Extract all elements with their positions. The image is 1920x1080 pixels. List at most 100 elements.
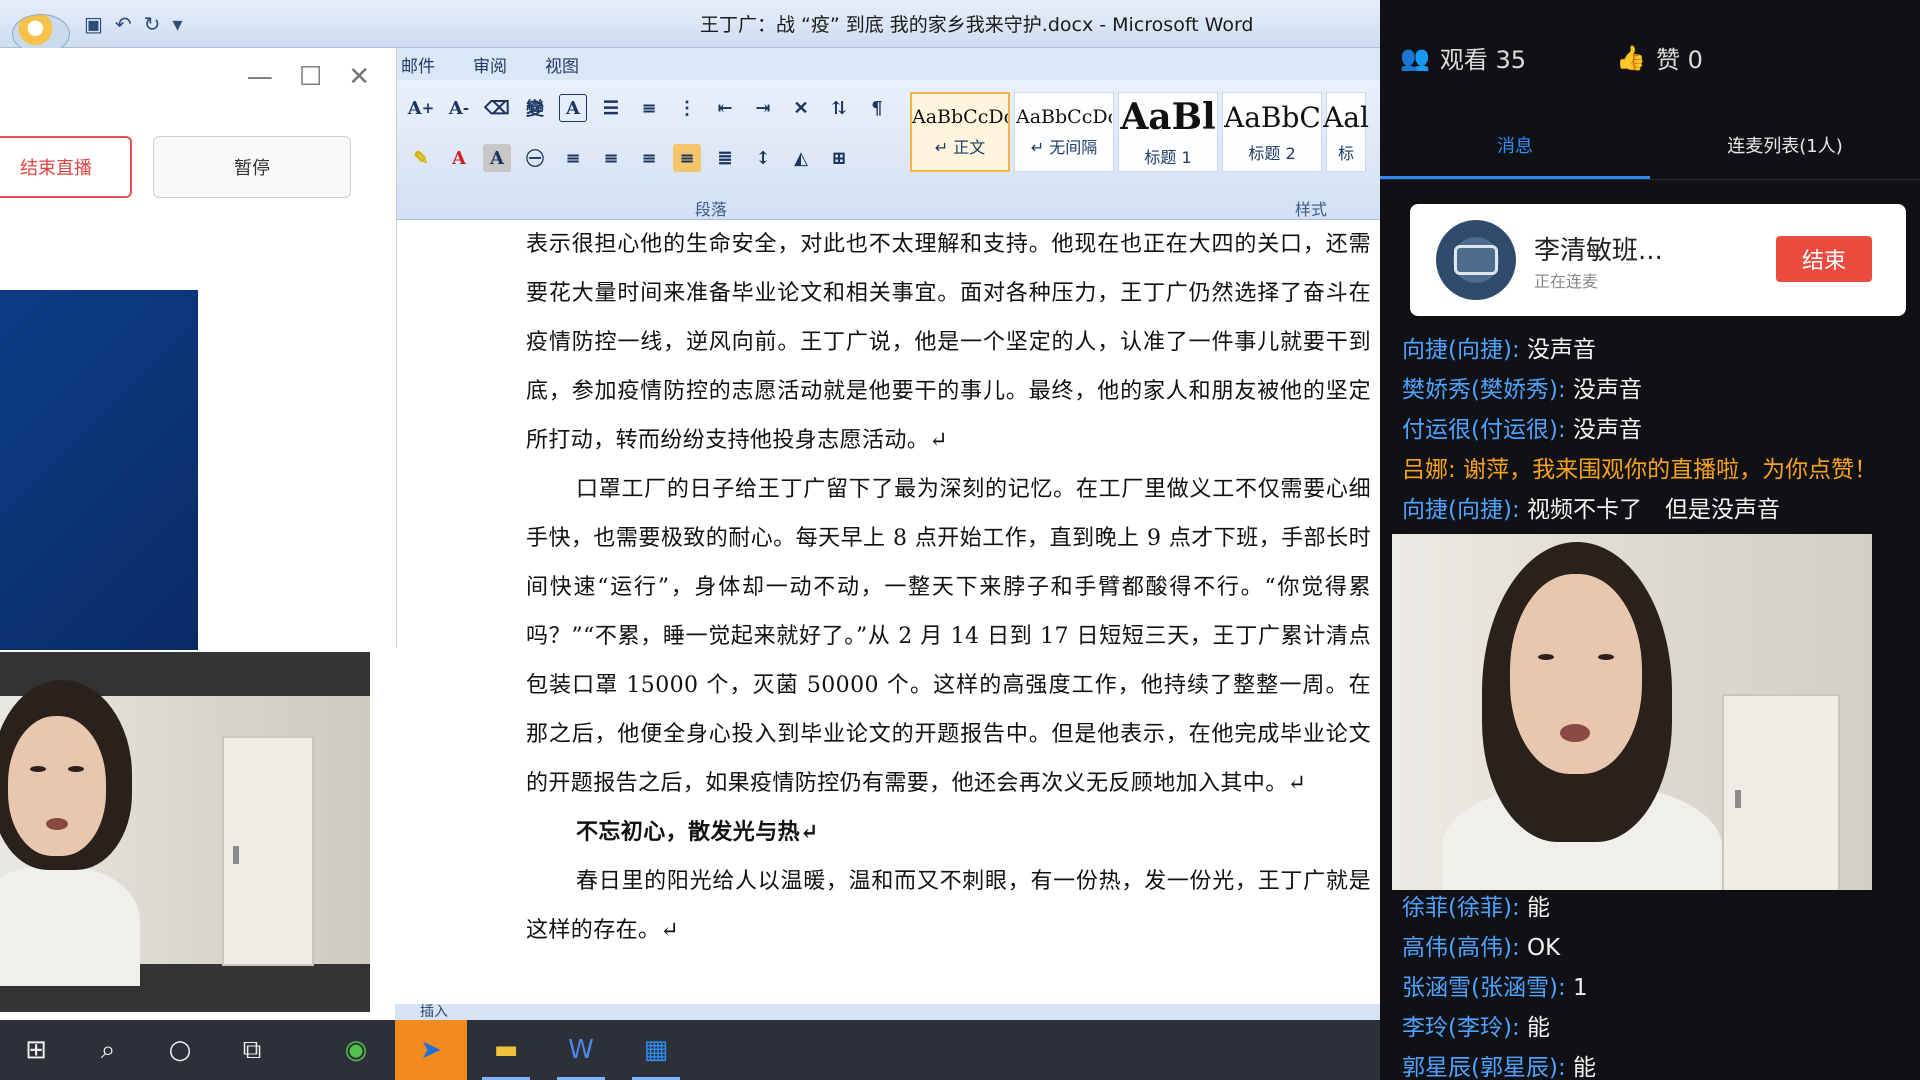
align-center-icon[interactable]: ≡ xyxy=(597,144,625,172)
panel-tabs: 消息 连麦列表(1人) xyxy=(1380,110,1920,180)
document-body: 表示很担心他的生命安全，对此也不太理解和支持。他现在也正在大四的关口，还需要花大… xyxy=(526,220,1371,955)
chat-text: 1 xyxy=(1573,975,1588,1001)
sort-icon[interactable]: ⇅ xyxy=(825,94,853,122)
chinese-layout-icon[interactable]: ✕ xyxy=(787,94,815,122)
word-icon[interactable]: W xyxy=(545,1020,617,1080)
like-count-label: 赞 0 xyxy=(1655,46,1703,74)
document-page[interactable]: 表示很担心他的生命安全，对此也不太理解和支持。他现在也正在大四的关口，还需要花大… xyxy=(395,220,1380,1010)
live-stats: 👥 观看 35 👍 赞 0 xyxy=(1400,40,1703,75)
chat-text: 能 xyxy=(1527,1015,1551,1041)
close-icon[interactable]: ✕ xyxy=(348,62,370,92)
bullets-icon[interactable]: ☰ xyxy=(597,94,625,122)
maximize-icon[interactable]: ☐ xyxy=(299,62,322,92)
start-icon[interactable]: ⊞ xyxy=(0,1020,72,1080)
customize-qat-icon[interactable]: ▾ xyxy=(172,12,182,36)
connected-user-video xyxy=(1392,534,1872,890)
redo-icon[interactable]: ↻ xyxy=(144,12,161,36)
live-control-window: — ☐ ✕ 结束直播 暂停 xyxy=(0,48,397,650)
chat-text: 能 xyxy=(1573,1055,1597,1080)
chat-author: 向捷(向捷): xyxy=(1402,337,1520,363)
grow-font-icon[interactable]: A + xyxy=(407,94,435,122)
browser-icon[interactable]: ◉ xyxy=(320,1020,392,1080)
taskbar: ⊞ ⌕ ○ ⧉ ◉ ➤ ▬ W ▦ xyxy=(0,1020,1380,1080)
style-heading-1[interactable]: AaBl 标题 1 xyxy=(1118,92,1218,172)
cortana-icon[interactable]: ○ xyxy=(144,1020,216,1080)
font-tools-row-2: ✎ A A ㊀ ≡ ≡ ≡ ≡ ≣ ↕ ◭ ⊞ xyxy=(407,144,853,172)
char-shading-icon[interactable]: A xyxy=(483,144,511,172)
align-right-icon[interactable]: ≡ xyxy=(635,144,663,172)
chat-text: 视频不卡了 但是没声音 xyxy=(1527,497,1781,523)
clear-format-icon[interactable]: ⌫ xyxy=(483,94,511,122)
multilevel-list-icon[interactable]: ⋮ xyxy=(673,94,701,122)
style-label: 标 xyxy=(1337,143,1354,163)
tab-messages[interactable]: 消息 xyxy=(1380,110,1650,180)
show-marks-icon[interactable]: ¶ xyxy=(863,94,891,122)
line-spacing-icon[interactable]: ↕ xyxy=(749,144,777,172)
phonetic-icon[interactable]: 變 xyxy=(521,94,549,122)
tab-review[interactable]: 审阅 xyxy=(473,52,507,77)
style-label: 标题 1 xyxy=(1144,148,1192,167)
style-no-spacing[interactable]: AaBbCcDc ↵ 无间隔 xyxy=(1014,92,1114,172)
task-view-icon[interactable]: ⧉ xyxy=(216,1020,288,1080)
undo-icon[interactable]: ↶ xyxy=(115,12,132,36)
chat-message: 付运很(付运很): 没声音 xyxy=(1402,410,1642,444)
style-sample: AaBl xyxy=(1120,96,1216,138)
quick-access-toolbar: ▣ ↶ ↻ ▾ xyxy=(84,12,182,36)
tab-connect-list[interactable]: 连麦列表(1人) xyxy=(1650,110,1920,180)
increase-indent-icon[interactable]: ⇥ xyxy=(749,94,777,122)
chat-text: 谢萍，我来围观你的直播啦，为你点赞！ xyxy=(1463,457,1878,483)
chat-author: 张涵雪(张涵雪): xyxy=(1402,975,1566,1001)
shading-icon[interactable]: ◭ xyxy=(787,144,815,172)
file-explorer-icon[interactable]: ▬ xyxy=(470,1020,542,1080)
chat-text: 能 xyxy=(1527,895,1551,921)
styles-group-label: 样式 xyxy=(1295,200,1328,219)
pause-button[interactable]: 暂停 xyxy=(153,136,351,198)
style-title[interactable]: Aal 标 xyxy=(1323,92,1369,172)
chat-author: 李玲(李玲): xyxy=(1402,1015,1520,1041)
justify-icon[interactable]: ≡ xyxy=(673,144,701,172)
tab-view[interactable]: 视图 xyxy=(545,52,579,77)
style-normal[interactable]: AaBbCcDc ↵ 正文 xyxy=(910,92,1010,172)
chat-text: 没声音 xyxy=(1573,417,1643,443)
minimize-icon[interactable]: — xyxy=(247,62,273,92)
decrease-indent-icon[interactable]: ⇤ xyxy=(711,94,739,122)
calendar-app-icon[interactable]: ▦ xyxy=(620,1020,692,1080)
borders-icon[interactable]: ⊞ xyxy=(825,144,853,172)
door xyxy=(1722,694,1840,890)
screen-share-preview xyxy=(0,290,198,650)
search-icon[interactable]: ⌕ xyxy=(72,1020,144,1080)
save-icon[interactable]: ▣ xyxy=(84,12,103,36)
chat-author: 高伟(高伟): xyxy=(1402,935,1520,961)
chat-author: 樊娇秀(樊娇秀): xyxy=(1402,377,1566,403)
feishu-icon[interactable]: ➤ xyxy=(395,1020,467,1080)
eye xyxy=(30,766,46,772)
align-left-icon[interactable]: ≡ xyxy=(559,144,587,172)
mouth xyxy=(46,818,68,830)
style-sample: AaBbCcDc xyxy=(1016,106,1112,128)
font-tools-row-1: A + A- ⌫ 變 A ☰ ≡ ⋮ ⇤ ⇥ ✕ ⇅ ¶ xyxy=(407,94,891,122)
font-color-icon[interactable]: A xyxy=(445,144,473,172)
numbering-icon[interactable]: ≡ xyxy=(635,94,663,122)
like-count[interactable]: 👍 赞 0 xyxy=(1616,40,1703,75)
highlight-icon[interactable]: ✎ xyxy=(407,144,435,172)
tab-mailings[interactable]: 邮件 xyxy=(401,52,435,77)
door xyxy=(222,736,314,966)
chat-text: 没声音 xyxy=(1573,377,1643,403)
person-body xyxy=(0,866,140,986)
enclose-char-icon[interactable]: ㊀ xyxy=(521,144,549,172)
distributed-icon[interactable]: ≣ xyxy=(711,144,739,172)
chat-author: 付运很(付运很): xyxy=(1402,417,1566,443)
shrink-font-icon[interactable]: A- xyxy=(445,94,473,122)
end-connect-button[interactable]: 结束 xyxy=(1776,236,1872,282)
insert-mode-indicator[interactable]: 插入 xyxy=(420,1004,448,1020)
tab-divider xyxy=(1380,179,1920,180)
person-face xyxy=(1510,574,1642,774)
char-border-icon[interactable]: A xyxy=(559,94,587,122)
style-heading-2[interactable]: AaBbC 标题 2 xyxy=(1222,92,1322,172)
connect-user-name: 李清敏班... xyxy=(1534,236,1663,266)
end-live-button[interactable]: 结束直播 xyxy=(0,136,132,198)
eye xyxy=(1598,654,1614,660)
style-sample: AaBbC xyxy=(1224,100,1320,134)
viewer-count: 👥 观看 35 xyxy=(1400,40,1526,75)
style-label: 标题 2 xyxy=(1248,143,1296,163)
